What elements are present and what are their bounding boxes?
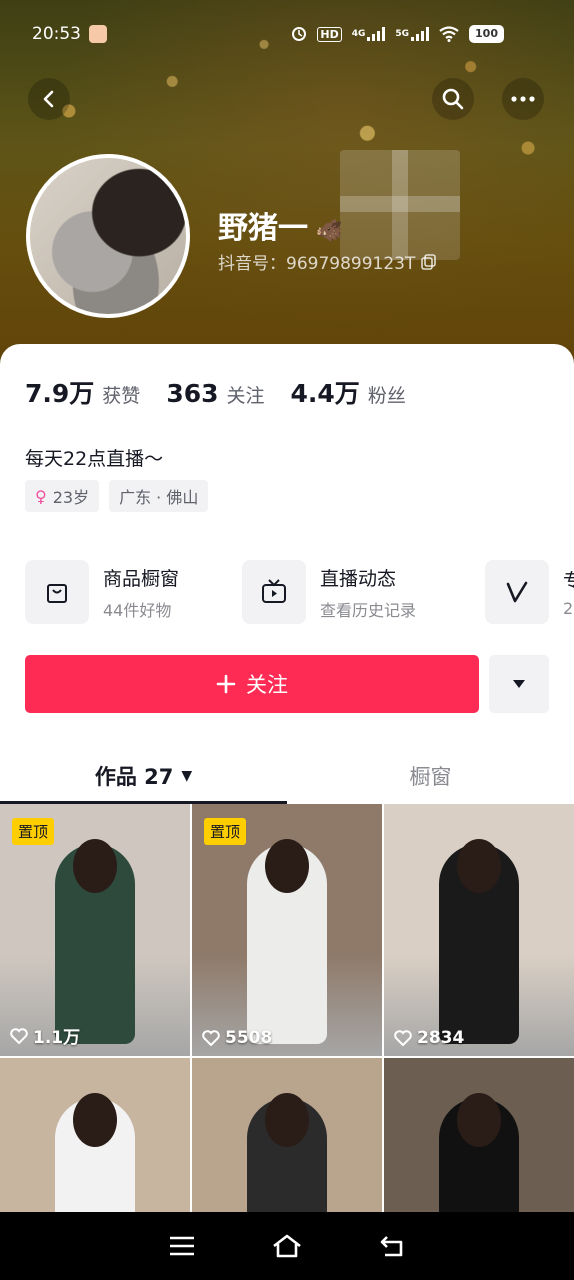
- menu-button[interactable]: [162, 1226, 202, 1266]
- signal-5g-icon: 5G: [395, 27, 430, 41]
- profile-bio: 每天22点直播～: [25, 448, 164, 470]
- tab-works[interactable]: 作品 27 ▼: [0, 748, 287, 804]
- network-hd-label: HD: [317, 26, 342, 42]
- service-shop-window-subtitle: 44件好物: [103, 600, 172, 620]
- service-live-history-title: 直播动态: [320, 567, 397, 590]
- more-dots-icon: [511, 96, 535, 102]
- status-bar: 20:53 HD 4G 5G 100: [0, 20, 574, 48]
- profile-stats: 7.9万 获赞 363 关注 4.4万 粉丝: [25, 374, 406, 410]
- stat-followers-label: 粉丝: [367, 385, 406, 407]
- shopping-bag-icon: [25, 560, 89, 624]
- follow-button[interactable]: 关注: [25, 655, 479, 713]
- tv-icon: [242, 560, 306, 624]
- profile-avatar[interactable]: [26, 154, 190, 318]
- video-thumbnail[interactable]: [192, 1058, 382, 1212]
- profile-name: 野猪一 🐗: [218, 203, 343, 247]
- stat-likes[interactable]: 7.9万 获赞: [25, 374, 140, 410]
- video-grid: 置顶 1.1万 置顶 5508 2834: [0, 804, 574, 1212]
- service-live-history[interactable]: 直播动态 查看历史记录: [242, 560, 416, 624]
- video-figure-head: [73, 839, 117, 894]
- app-notification-icon: [89, 25, 107, 43]
- stat-following-value: 363: [166, 379, 219, 408]
- caret-down-icon: ▼: [181, 768, 193, 784]
- video-thumbnail[interactable]: [0, 1058, 190, 1212]
- v-icon: [485, 560, 549, 624]
- system-nav-bar: [0, 1212, 574, 1280]
- location-tag-text: 广东 · 佛山: [119, 488, 199, 507]
- search-icon: [442, 88, 464, 110]
- douyin-id-text: 抖音号：96979899123T: [218, 254, 416, 274]
- video-thumbnail[interactable]: [384, 1058, 574, 1212]
- heart-icon: [202, 1030, 220, 1046]
- video-likes-count: 1.1万: [33, 1028, 81, 1048]
- profile-card: 7.9万 获赞 363 关注 4.4万 粉丝 每天22点直播～ ♀ 23岁 广东…: [0, 344, 574, 804]
- network-5g-label: 5G: [395, 29, 410, 39]
- video-thumbnail[interactable]: 2834: [384, 804, 574, 1056]
- service-shop-window-title: 商品橱窗: [103, 567, 180, 590]
- menu-icon: [170, 1236, 195, 1256]
- video-likes-count: 2834: [417, 1028, 465, 1048]
- tab-shop-window[interactable]: 橱窗: [287, 748, 574, 804]
- wifi-icon: [439, 26, 459, 42]
- stat-following-label: 关注: [226, 385, 265, 407]
- video-figure-head: [265, 1093, 309, 1148]
- service-shop-window[interactable]: 商品橱窗 44件好物: [25, 560, 179, 624]
- pinned-badge: 置顶: [204, 818, 247, 845]
- video-likes-count: 5508: [225, 1028, 273, 1048]
- profile-tags: ♀ 23岁 广东 · 佛山: [25, 480, 209, 512]
- caret-down-icon: [513, 680, 525, 688]
- alarm-icon: [291, 26, 307, 42]
- age-tag-text: 23岁: [52, 488, 90, 507]
- follow-button-label: 关注: [246, 673, 288, 697]
- stat-followers[interactable]: 4.4万 粉丝: [291, 374, 406, 410]
- network-4g-label: 4G: [351, 29, 366, 39]
- douyin-id: 抖音号：96979899123T: [218, 249, 437, 274]
- signal-4g-icon: 4G: [352, 27, 386, 41]
- plus-icon: [216, 674, 236, 694]
- back-nav-button[interactable]: [372, 1226, 412, 1266]
- stat-followers-value: 4.4万: [290, 379, 360, 408]
- service-entries: 商品橱窗 44件好物 直播动态 查看历史记录 专 2: [25, 560, 574, 624]
- more-options-button[interactable]: [502, 78, 544, 120]
- back-arrow-icon: [380, 1236, 402, 1257]
- boar-emoji-icon: 🐗: [308, 219, 344, 244]
- video-figure-head: [457, 1093, 501, 1148]
- service-live-history-subtitle: 查看历史记录: [320, 600, 417, 620]
- home-icon: [273, 1234, 301, 1258]
- video-figure-head: [265, 839, 309, 894]
- tab-works-label: 作品 27: [94, 765, 174, 789]
- video-figure-head: [457, 839, 501, 894]
- service-third-subtitle: 2: [563, 599, 574, 618]
- video-thumbnail[interactable]: 置顶 5508: [192, 804, 382, 1056]
- video-likes: 5508: [202, 1028, 272, 1048]
- stat-following[interactable]: 363 关注: [166, 379, 264, 408]
- status-time: 20:53: [32, 24, 81, 44]
- service-third-title: 专: [563, 570, 574, 592]
- age-tag: ♀ 23岁: [25, 480, 100, 512]
- service-third[interactable]: 专 2: [485, 560, 574, 624]
- location-tag: 广东 · 佛山: [109, 480, 209, 512]
- banner-gift-box: [340, 150, 460, 260]
- tab-shop-window-label: 橱窗: [409, 765, 452, 789]
- home-button[interactable]: [267, 1226, 307, 1266]
- back-button[interactable]: [28, 78, 70, 120]
- chevron-left-icon: [43, 90, 54, 108]
- video-figure-head: [73, 1093, 117, 1148]
- video-thumbnail[interactable]: 置顶 1.1万: [0, 804, 190, 1056]
- heart-icon: [394, 1030, 412, 1046]
- stat-likes-value: 7.9万: [25, 379, 95, 408]
- content-tabs: 作品 27 ▼ 橱窗: [0, 748, 574, 804]
- profile-name-text: 野猪一: [218, 211, 308, 246]
- search-button[interactable]: [432, 78, 474, 120]
- battery-indicator: 100: [469, 25, 504, 43]
- more-actions-button[interactable]: [489, 655, 549, 713]
- female-icon: ♀: [35, 486, 47, 506]
- pinned-badge: 置顶: [12, 818, 55, 845]
- stat-likes-label: 获赞: [102, 385, 141, 407]
- video-likes: 2834: [394, 1028, 464, 1048]
- heart-icon: [10, 1027, 28, 1044]
- copy-icon[interactable]: [421, 253, 437, 270]
- video-likes: 1.1万: [10, 1023, 80, 1048]
